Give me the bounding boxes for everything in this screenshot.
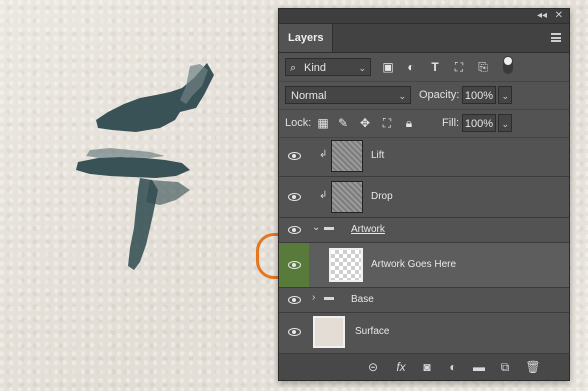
layer-thumbnail <box>313 316 345 348</box>
blend-row: Normal ⌄ Opacity: 100% ⌄ <box>279 82 569 110</box>
fill-dropdown[interactable]: ⌄ <box>498 114 512 132</box>
fill-label: Fill: <box>442 117 460 129</box>
trash-icon[interactable]: 🗑︎ <box>525 359 541 375</box>
clipping-mask-icon: ↲ <box>319 149 328 160</box>
toggle-knob <box>504 57 512 65</box>
eye-icon <box>288 296 301 304</box>
layer-list: ↲ Lift ↲ Drop ⌄ ▬ Artwork Artwork Goes H… <box>279 136 569 351</box>
visibility-toggle[interactable] <box>279 243 309 287</box>
shape-layer-filter-icon[interactable]: ⛶ <box>451 58 467 76</box>
layer-row-surface[interactable]: Surface <box>279 313 569 351</box>
eye-icon <box>288 226 301 234</box>
layer-name: Lift <box>371 150 385 161</box>
fill-input[interactable]: 100% <box>462 114 496 132</box>
panel-tab-row: Layers <box>279 24 569 53</box>
panel-menu-icon[interactable] <box>551 33 561 42</box>
chevron-right-icon[interactable]: › <box>312 292 315 303</box>
type-layer-filter-icon[interactable]: T <box>427 58 443 76</box>
layer-thumbnail <box>331 140 363 172</box>
lock-row: Lock: ▦ ✎ ✥ ⛶ 🔒︎ Fill: 100% ⌄ <box>279 110 569 138</box>
chevron-down-icon: ⌄ <box>358 63 366 73</box>
adjustment-layer-icon[interactable]: ◐ <box>445 359 461 375</box>
filter-row: ⌕ Kind ⌄ ▣ ◐ T ⛶ ⎘ <box>279 53 569 82</box>
visibility-toggle[interactable] <box>279 288 309 312</box>
collapse-panel-icon[interactable]: ◂◂ <box>537 9 547 23</box>
close-panel-icon[interactable]: ✕ <box>555 9 563 23</box>
filter-kind-label: Kind <box>304 62 327 74</box>
folder-icon: ▬ <box>324 222 334 233</box>
pixel-layer-filter-icon[interactable]: ▣ <box>380 58 396 76</box>
panel-footer-toolbar: ⊝ fx ◙ ◐ ▬ ⧉ 🗑︎ <box>279 353 569 380</box>
opacity-label: Opacity: <box>419 89 460 101</box>
eye-icon <box>288 152 301 160</box>
eye-icon <box>288 193 301 201</box>
new-group-icon[interactable]: ▬ <box>471 359 487 375</box>
visibility-toggle[interactable] <box>279 218 309 242</box>
chevron-down-icon[interactable]: ⌄ <box>312 222 320 233</box>
add-mask-icon[interactable]: ◙ <box>419 359 435 375</box>
lock-artboard-icon[interactable]: ⛶ <box>379 114 395 132</box>
lock-image-pixels-icon[interactable]: ✎ <box>335 114 351 132</box>
layer-row-artwork-goes-here[interactable]: Artwork Goes Here <box>279 243 569 288</box>
layer-name: Surface <box>355 326 390 337</box>
chevron-down-icon: ⌄ <box>501 91 509 101</box>
layer-row-artwork-group[interactable]: ⌄ ▬ Artwork <box>279 218 569 243</box>
layer-name: Artwork <box>351 224 385 235</box>
search-icon: ⌕ <box>290 62 297 74</box>
link-layers-icon[interactable]: ⊝ <box>365 359 381 375</box>
panel-title-bar: ◂◂ ✕ <box>279 9 569 24</box>
lock-position-icon[interactable]: ✥ <box>357 114 373 132</box>
layer-thumbnail <box>329 248 363 282</box>
smart-object-filter-icon[interactable]: ⎘ <box>475 58 491 76</box>
visibility-toggle[interactable] <box>279 313 309 351</box>
eye-icon <box>288 261 301 269</box>
layer-thumbnail <box>331 181 363 213</box>
layer-row-base-group[interactable]: › ▬ Base <box>279 288 569 313</box>
adjustment-layer-filter-icon[interactable]: ◐ <box>403 58 419 76</box>
layer-name: Artwork Goes Here <box>371 259 457 270</box>
blend-mode-value: Normal <box>291 90 327 102</box>
eye-icon <box>288 328 301 336</box>
new-layer-icon[interactable]: ⧉ <box>497 359 513 375</box>
folder-icon: ▬ <box>324 292 334 303</box>
chevron-down-icon: ⌄ <box>398 91 406 101</box>
layer-row-drop[interactable]: ↲ Drop <box>279 177 569 218</box>
layer-style-fx-icon[interactable]: fx <box>393 359 409 375</box>
visibility-toggle[interactable] <box>279 136 309 176</box>
lock-label: Lock: <box>285 117 312 129</box>
visibility-toggle[interactable] <box>279 177 309 217</box>
blend-mode-dropdown[interactable]: Normal ⌄ <box>285 86 411 104</box>
layers-panel: ◂◂ ✕ Layers ⌕ Kind ⌄ ▣ ◐ T ⛶ ⎘ Normal ⌄ … <box>278 8 570 381</box>
filter-kind-dropdown[interactable]: ⌕ Kind ⌄ <box>285 58 371 76</box>
chevron-down-icon: ⌄ <box>501 119 509 129</box>
brush-stroke-artwork <box>76 63 214 270</box>
layer-name: Base <box>351 294 374 305</box>
opacity-input[interactable]: 100% <box>462 86 496 104</box>
opacity-dropdown[interactable]: ⌄ <box>498 86 512 104</box>
layer-row-lift[interactable]: ↲ Lift <box>279 136 569 177</box>
lock-transparent-pixels-icon[interactable]: ▦ <box>315 114 331 132</box>
tab-layers[interactable]: Layers <box>279 24 334 52</box>
layer-name: Drop <box>371 191 393 202</box>
clipping-mask-icon: ↲ <box>319 190 328 201</box>
filter-toggle-switch[interactable] <box>503 56 513 74</box>
lock-all-icon[interactable]: 🔒︎ <box>401 114 417 132</box>
